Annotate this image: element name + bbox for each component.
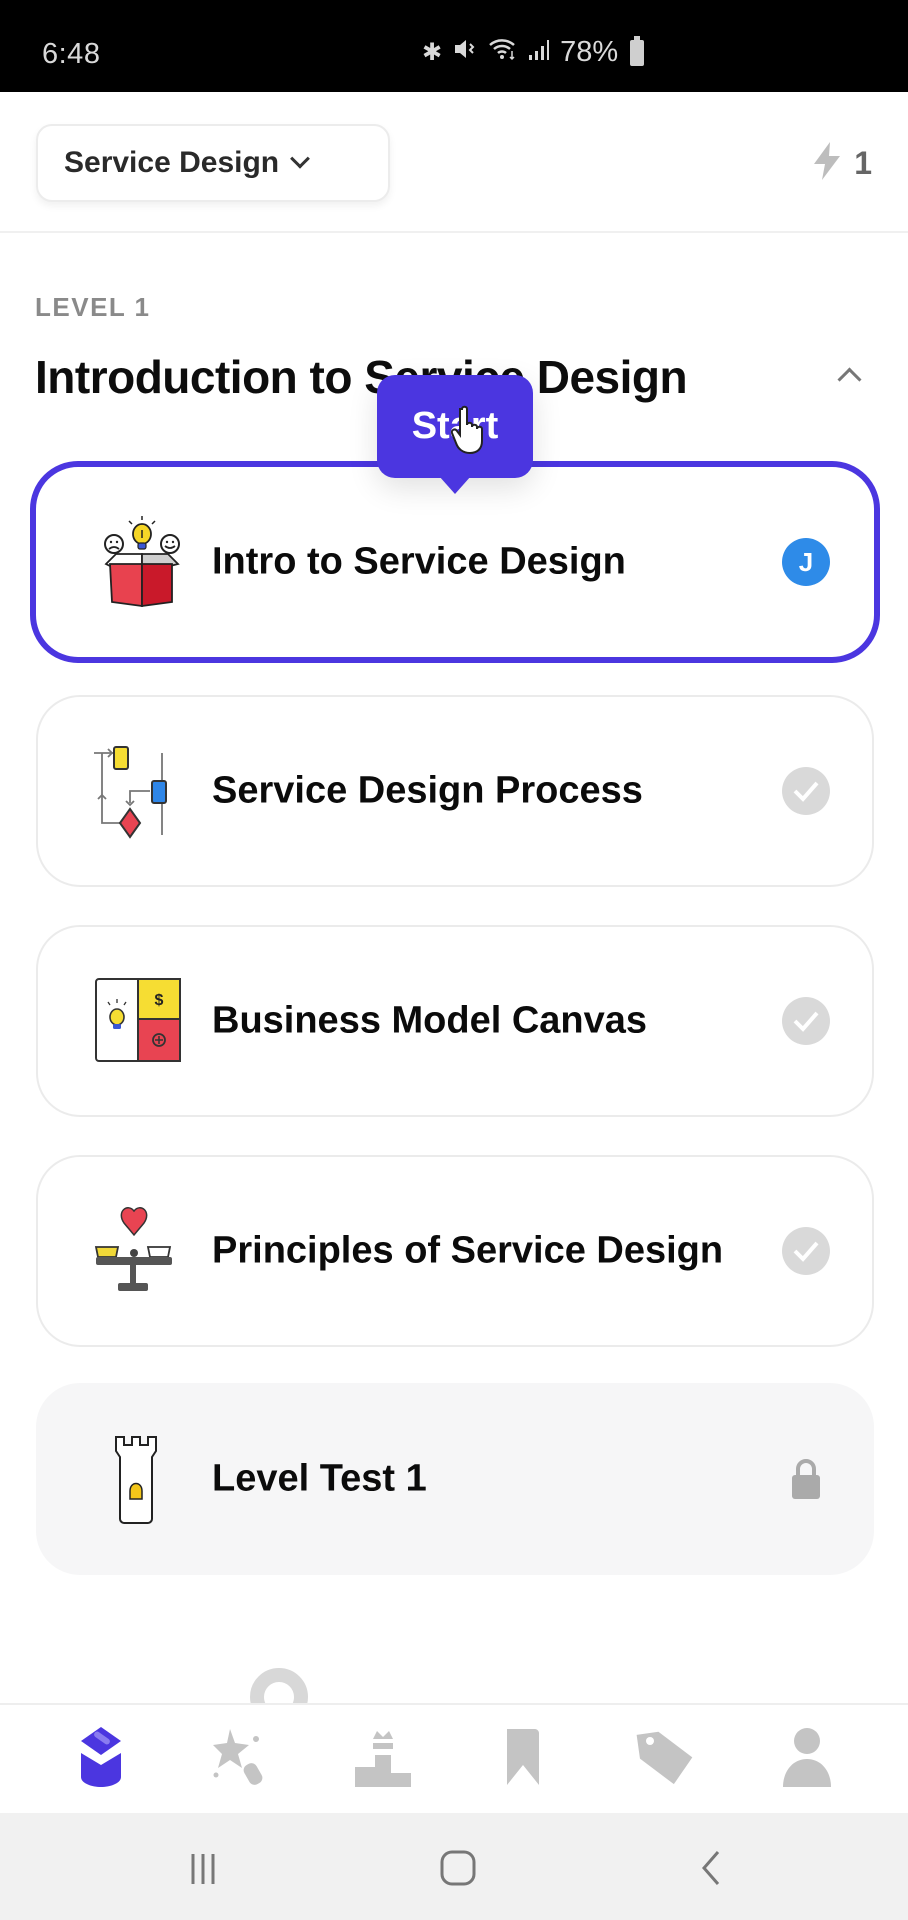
streak-counter[interactable]: 1 xyxy=(810,140,872,187)
user-icon xyxy=(775,1725,839,1794)
canvas-icon: $ xyxy=(90,973,186,1069)
battery-icon xyxy=(630,35,645,66)
nav-tab-offers[interactable] xyxy=(621,1719,711,1799)
hand-cursor-icon xyxy=(450,405,490,462)
completed-check-icon xyxy=(782,1227,830,1275)
signal-icon xyxy=(528,37,550,68)
lesson-card-process[interactable]: Service Design Process xyxy=(36,695,874,887)
tag-icon xyxy=(634,1725,698,1794)
lesson-card-canvas[interactable]: $ Business Model Canvas xyxy=(36,925,874,1117)
chevron-up-icon[interactable] xyxy=(836,362,862,388)
status-time: 6:48 xyxy=(42,38,101,70)
lesson-title: Service Design Process xyxy=(212,769,643,812)
streak-count: 1 xyxy=(854,145,872,181)
recent-apps-button[interactable] xyxy=(173,1843,233,1893)
nav-tab-practice[interactable] xyxy=(197,1719,287,1799)
nav-tab-leaderboard[interactable] xyxy=(338,1719,428,1799)
lesson-card-principles[interactable]: Principles of Service Design xyxy=(36,1155,874,1347)
recent-apps-icon xyxy=(191,1854,215,1884)
status-icons: ✱ 78% xyxy=(422,35,645,69)
lesson-title: Principles of Service Design xyxy=(212,1229,724,1272)
next-level-progress-ring xyxy=(250,1668,310,1704)
bluetooth-icon: ✱ xyxy=(422,39,443,66)
lock-icon xyxy=(782,1455,830,1503)
back-button[interactable] xyxy=(682,1843,742,1893)
home-button[interactable] xyxy=(428,1843,488,1893)
user-avatar-badge: J xyxy=(782,538,830,586)
chevron-down-icon xyxy=(290,148,311,169)
nav-tab-profile[interactable] xyxy=(762,1719,852,1799)
completed-check-icon xyxy=(782,997,830,1045)
lesson-title: Intro to Service Design xyxy=(212,540,626,583)
status-bar: 6:48 ✱ 78% xyxy=(0,0,908,92)
nav-tab-saved[interactable] xyxy=(480,1719,570,1799)
level-title: Introduction to Service Design xyxy=(35,351,688,403)
system-navigation-bar xyxy=(0,1813,908,1920)
open-box-ideas-icon xyxy=(94,514,190,610)
tower-icon xyxy=(90,1431,186,1527)
home-icon xyxy=(440,1850,476,1886)
bookmark-icon xyxy=(493,1725,557,1794)
back-icon xyxy=(702,1851,720,1885)
star-sparkle-icon xyxy=(210,1725,274,1794)
lesson-title: Business Model Canvas xyxy=(212,999,648,1042)
podium-icon xyxy=(351,1725,415,1794)
level-label: LEVEL 1 xyxy=(35,292,151,322)
course-selector-label: Service Design xyxy=(64,146,280,179)
flowchart-icon xyxy=(90,743,186,839)
battery-percent: 78% xyxy=(560,36,619,68)
wifi-icon xyxy=(488,36,518,69)
bottom-navigation xyxy=(0,1703,908,1813)
nav-tab-learn[interactable] xyxy=(56,1719,146,1799)
balance-scale-heart-icon xyxy=(90,1203,186,1299)
app-header: Service Design 1 xyxy=(0,92,908,233)
completed-check-icon xyxy=(782,767,830,815)
graduation-cap-icon xyxy=(69,1725,133,1794)
lesson-title: Level Test 1 xyxy=(212,1457,427,1500)
course-selector-dropdown[interactable]: Service Design xyxy=(36,124,390,202)
lesson-card-level-test[interactable]: Level Test 1 xyxy=(36,1383,874,1575)
svg-text:$: $ xyxy=(155,992,164,1009)
mute-icon xyxy=(452,36,478,69)
lightning-icon xyxy=(810,140,844,187)
